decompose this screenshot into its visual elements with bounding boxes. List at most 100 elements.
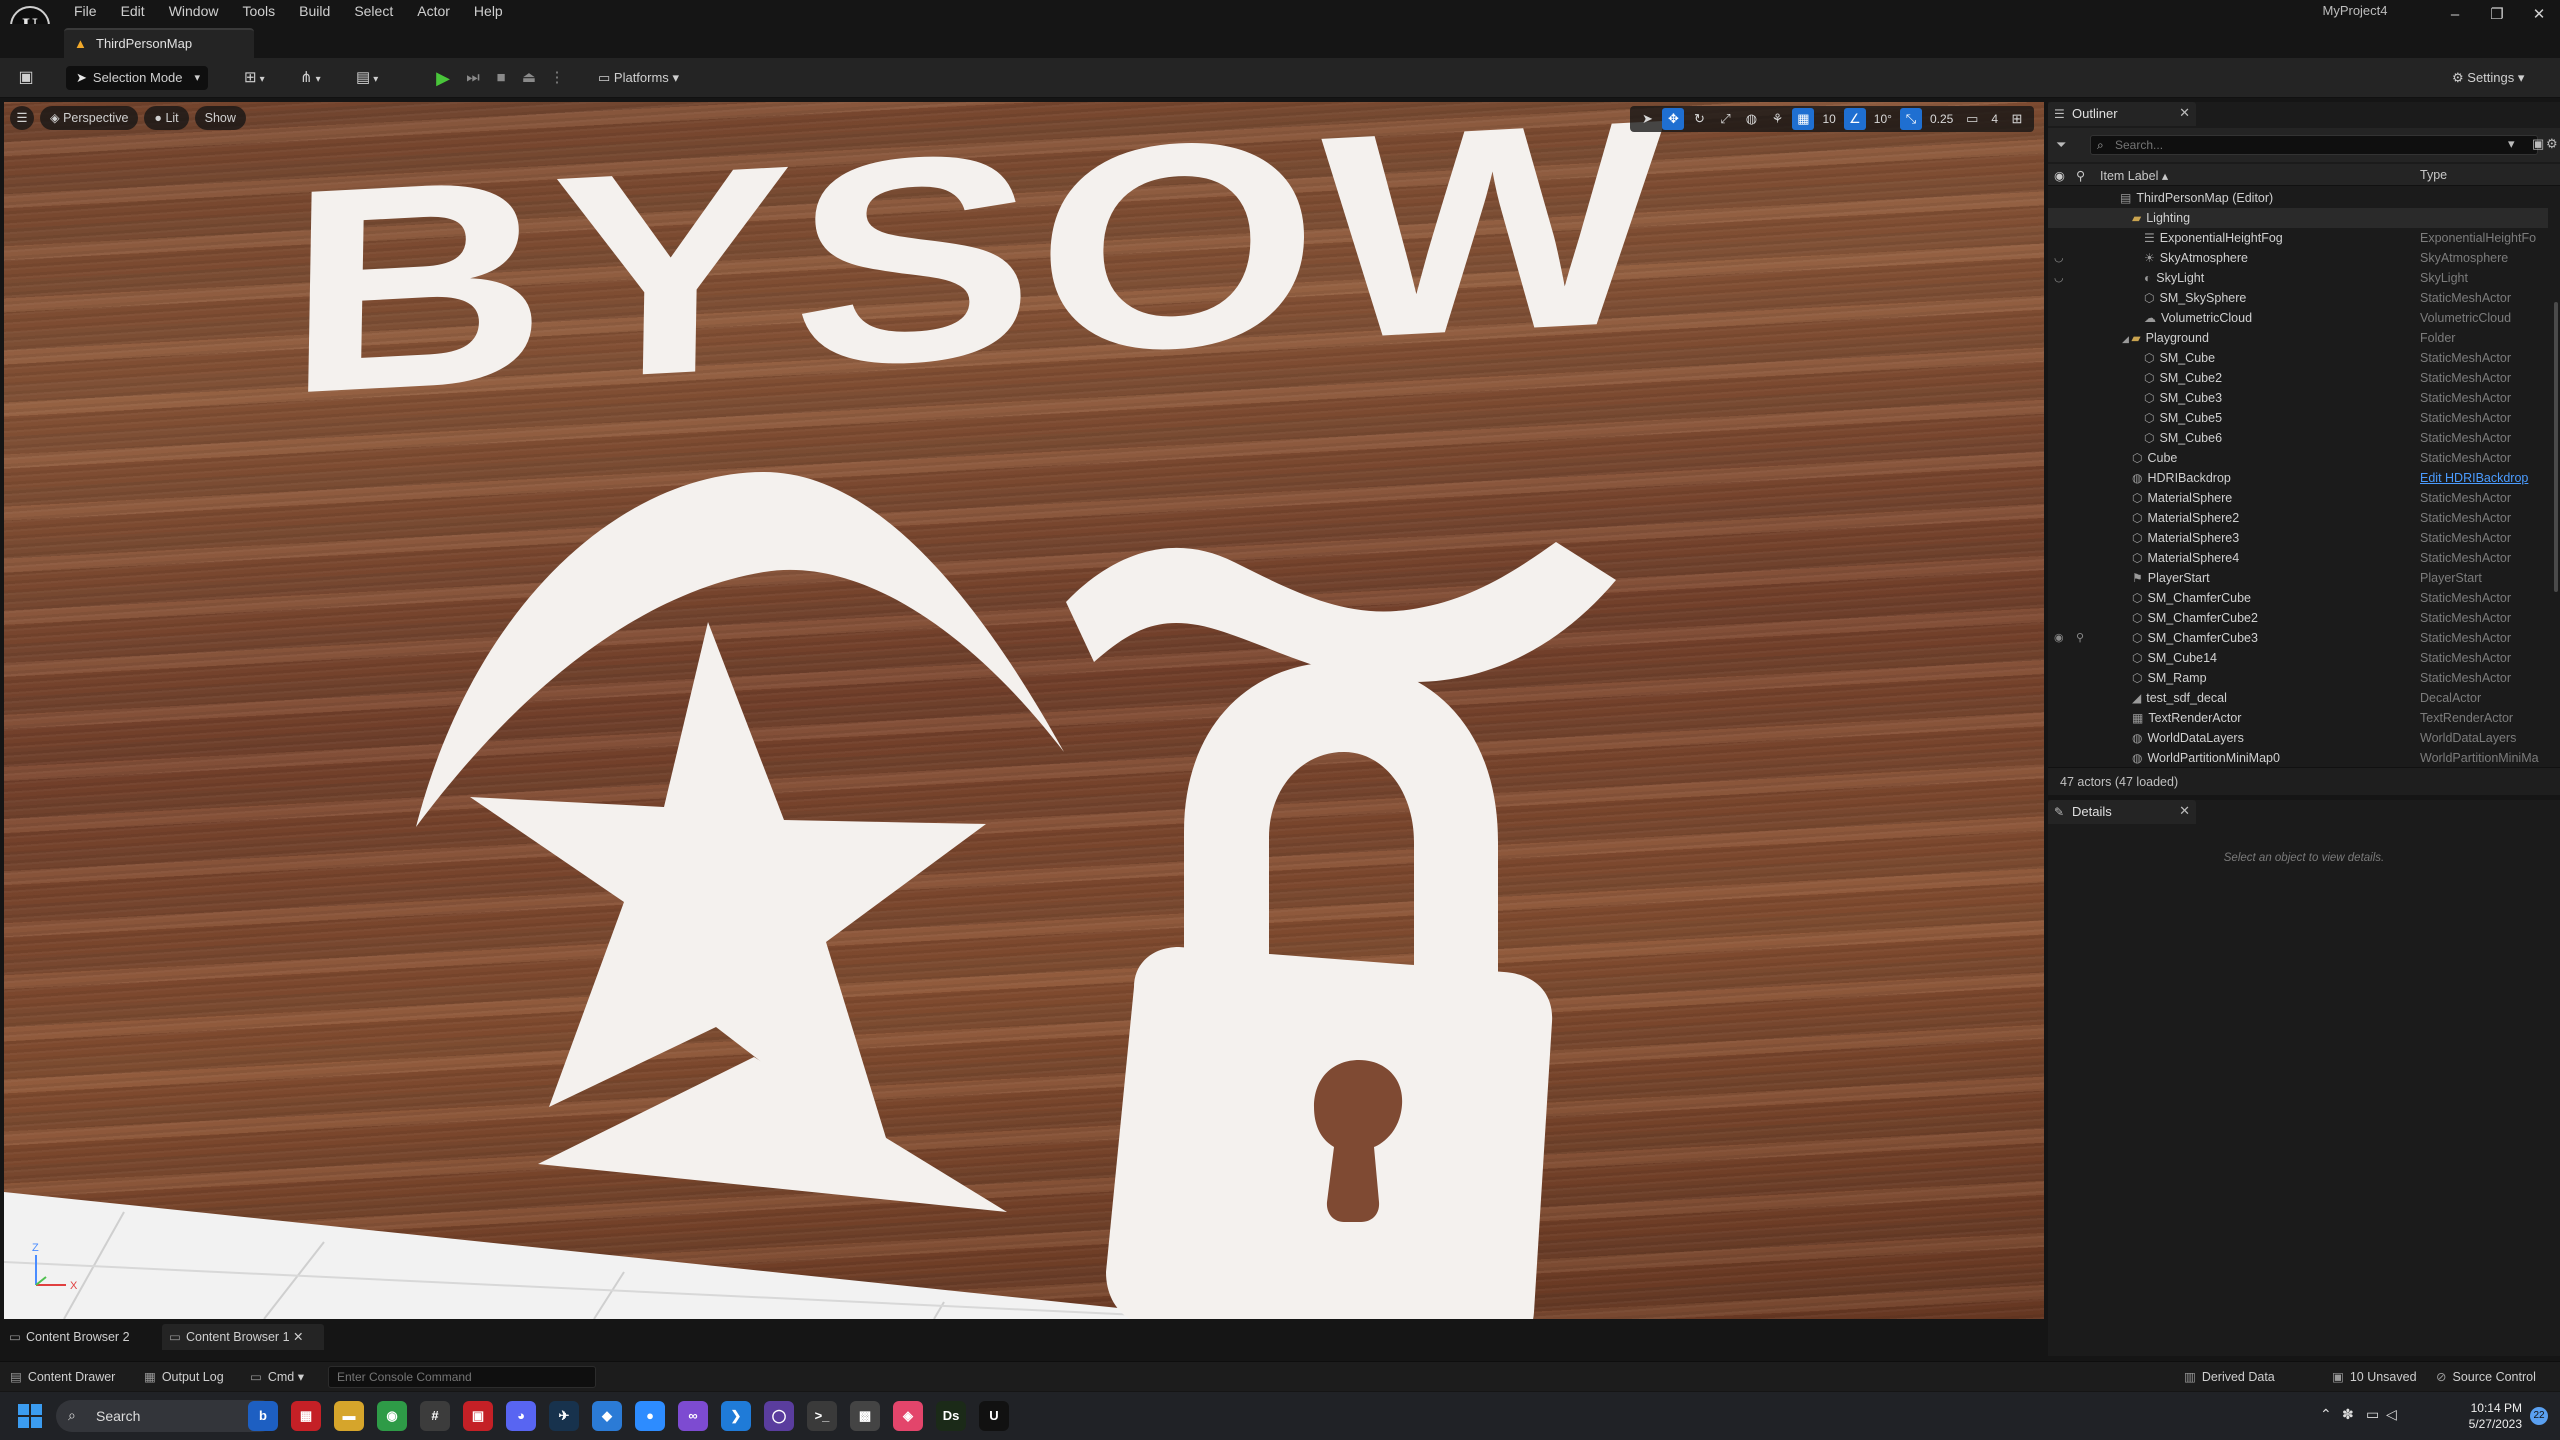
save-icon[interactable]: ▣ — [14, 66, 38, 90]
chevron-up-icon[interactable]: ⌃ — [2320, 1406, 2332, 1423]
outliner-row[interactable]: ⬡ SM_Cube5 StaticMeshActor — [2048, 408, 2548, 428]
grid-snap-icon[interactable]: ▦ — [1792, 108, 1815, 130]
outliner-row[interactable]: ☰ ExponentialHeightFog ExponentialHeightFo — [2048, 228, 2548, 248]
outliner-row[interactable]: ◢ test_sdf_decal DecalActor — [2048, 688, 2548, 708]
menu-select[interactable]: Select — [342, 0, 405, 24]
figma-app-icon[interactable]: ◈ — [893, 1401, 923, 1431]
search-dropdown-icon[interactable]: ▾ — [2508, 136, 2515, 152]
grid-snap-value[interactable]: 10 — [1818, 112, 1839, 126]
expand-arrow-icon[interactable]: ◢ — [2122, 334, 2131, 344]
cmd-dropdown[interactable]: ▭ Cmd ▾ — [250, 1362, 304, 1392]
network-icon[interactable]: ▭ — [2366, 1406, 2379, 1423]
cinematics-button[interactable]: ▤ ▾ — [356, 66, 396, 90]
github-icon[interactable]: ◯ — [764, 1401, 794, 1431]
outliner-row[interactable]: ⬡ SM_ChamferCube StaticMeshActor — [2048, 588, 2548, 608]
world-space-icon[interactable]: ◍ — [1740, 108, 1762, 130]
camera-speed-icon[interactable]: ▭ — [1961, 108, 1983, 130]
platforms-dropdown[interactable]: ▭ Platforms ▾ — [598, 66, 700, 90]
chrome-icon[interactable]: ◉ — [377, 1401, 407, 1431]
level-tab[interactable]: ▲ ThirdPersonMap — [64, 28, 254, 58]
add-actor-button[interactable]: ⊞ ▾ — [244, 66, 284, 90]
visibility-toggle-icon[interactable]: ◡ — [2054, 248, 2068, 268]
step-icon[interactable]: ⏭ — [462, 66, 484, 90]
outliner-row[interactable]: ⬡ MaterialSphere2 StaticMeshActor — [2048, 508, 2548, 528]
tab-details[interactable]: ✎ Details ✕ — [2048, 800, 2196, 824]
filter-icon[interactable]: ⏷ — [2056, 137, 2066, 153]
source-control-button[interactable]: ⊘ Source Control — [2436, 1362, 2536, 1392]
tab-content-browser-1[interactable]: ▭ Content Browser 1 ✕ — [162, 1324, 324, 1350]
file-explorer-icon[interactable]: ▬ — [334, 1401, 364, 1431]
menu-help[interactable]: Help — [462, 0, 515, 24]
unreal-editor-icon[interactable]: U — [979, 1401, 1009, 1431]
outliner-row[interactable]: ⬡ Cube StaticMeshActor — [2048, 448, 2548, 468]
outliner-row[interactable]: ◡ ◐ SkyLight SkyLight — [2048, 268, 2548, 288]
camera-speed-value[interactable]: 4 — [1987, 112, 2002, 126]
outliner-row[interactable]: ⬡ SM_Cube6 StaticMeshActor — [2048, 428, 2548, 448]
menu-window[interactable]: Window — [157, 0, 231, 24]
gear-icon[interactable]: ⚙ — [2546, 136, 2558, 152]
outliner-row[interactable]: ⬡ MaterialSphere3 StaticMeshActor — [2048, 528, 2548, 548]
close-icon[interactable]: ✕ — [2179, 803, 2190, 819]
rotate-snap-icon[interactable]: ∠ — [1843, 108, 1866, 130]
output-log-button[interactable]: ▦ Output Log — [144, 1362, 224, 1392]
taskbar-search[interactable]: ⌕ Search — [56, 1400, 276, 1432]
menu-tools[interactable]: Tools — [230, 0, 287, 24]
view-mode-dropdown[interactable]: ● Lit — [144, 106, 189, 130]
slack-icon[interactable]: # — [420, 1401, 450, 1431]
outliner-row[interactable]: ▦ TextRenderActor TextRenderActor — [2048, 708, 2548, 728]
daz-studio-icon[interactable]: Ds — [936, 1401, 966, 1431]
outliner-row[interactable]: ◉ ⚲ ⬡ SM_ChamferCube3 StaticMeshActor — [2048, 628, 2548, 648]
menu-file[interactable]: File — [62, 0, 109, 24]
rotate-tool-icon[interactable]: ↻ — [1688, 108, 1710, 130]
visibility-toggle-icon[interactable]: ◡ — [2054, 268, 2068, 288]
windows-start-icon[interactable] — [18, 1404, 42, 1428]
outliner-row[interactable]: ◍ HDRIBackdrop Edit HDRIBackdrop — [2048, 468, 2548, 488]
steam-icon[interactable]: ✈ — [549, 1401, 579, 1431]
scale-snap-icon[interactable]: ⤡ — [1899, 108, 1922, 130]
settings-dropdown[interactable]: ⚙ Settings ▾ — [2452, 66, 2548, 90]
clock[interactable]: 10:14 PM 5/27/2023 — [2469, 1400, 2522, 1432]
visual-studio-icon[interactable]: ∞ — [678, 1401, 708, 1431]
edit-hdri-link[interactable]: Edit HDRIBackdrop — [2420, 468, 2546, 488]
show-dropdown[interactable]: Show — [194, 106, 246, 130]
visibility-header-icon[interactable]: ◉ — [2054, 168, 2065, 183]
content-drawer-button[interactable]: ▤ Content Drawer — [10, 1362, 115, 1392]
close-icon[interactable]: ✕ — [293, 1330, 303, 1344]
outliner-row[interactable]: ⬡ SM_Cube2 StaticMeshActor — [2048, 368, 2548, 388]
select-tool-icon[interactable]: ➤ — [1636, 108, 1658, 130]
outliner-row[interactable]: ◍ WorldDataLayers WorldDataLayers — [2048, 728, 2548, 748]
eject-icon[interactable]: ⏏ — [518, 66, 540, 90]
menu-edit[interactable]: Edit — [109, 0, 157, 24]
tab-outliner[interactable]: ☰ Outliner ✕ — [2048, 102, 2196, 126]
discord-icon[interactable]: ◕ — [506, 1401, 536, 1431]
perspective-dropdown[interactable]: ◈ Perspective — [40, 106, 139, 130]
zoom-icon[interactable]: ● — [635, 1401, 665, 1431]
level-viewport[interactable]: BYSOW ☰ ◈ Perspective ● Lit Show ➤ ✥ ↻ ⤢… — [4, 102, 2044, 1319]
layout-icon[interactable]: ⊞ — [2006, 108, 2028, 130]
outliner-row[interactable]: ⬡ SM_Cube3 StaticMeshActor — [2048, 388, 2548, 408]
item-label-column[interactable]: Item Label ▴ — [2100, 168, 2168, 183]
play-button[interactable]: ▶ — [432, 66, 454, 90]
bing-app-icon[interactable]: b — [248, 1401, 278, 1431]
selection-mode-dropdown[interactable]: ➤ Selection Mode ▾ — [66, 66, 208, 90]
surface-snap-icon[interactable]: ⚘ — [1766, 108, 1788, 130]
tab-content-browser-2[interactable]: ▭ Content Browser 2 — [2, 1324, 152, 1350]
console-command-input[interactable] — [328, 1366, 596, 1388]
notification-badge[interactable]: 22 — [2530, 1407, 2548, 1425]
volume-icon[interactable]: ◁ — [2386, 1406, 2397, 1423]
derived-data-button[interactable]: ▥ Derived Data — [2184, 1362, 2275, 1392]
more-options-icon[interactable]: ⋮ — [546, 66, 568, 90]
visibility-toggle-icon[interactable]: ◉ — [2054, 628, 2068, 648]
stop-icon[interactable]: ■ — [490, 66, 512, 90]
paint-app-icon[interactable]: ◆ — [592, 1401, 622, 1431]
outliner-row[interactable]: ◍ WorldPartitionMiniMap0 WorldPartitionMin… — [2048, 748, 2548, 768]
tiles-app-icon[interactable]: ▦ — [291, 1401, 321, 1431]
terminal-icon[interactable]: >_ — [807, 1401, 837, 1431]
outliner-row[interactable]: ⬡ MaterialSphere StaticMeshActor — [2048, 488, 2548, 508]
add-folder-icon[interactable]: ▣ — [2532, 136, 2544, 152]
viewport-menu-icon[interactable]: ☰ — [10, 106, 34, 130]
search-input[interactable] — [2115, 136, 2515, 154]
menu-build[interactable]: Build — [287, 0, 342, 24]
scale-tool-icon[interactable]: ⤢ — [1714, 108, 1736, 130]
pin-icon[interactable]: ⚲ — [2076, 628, 2084, 648]
